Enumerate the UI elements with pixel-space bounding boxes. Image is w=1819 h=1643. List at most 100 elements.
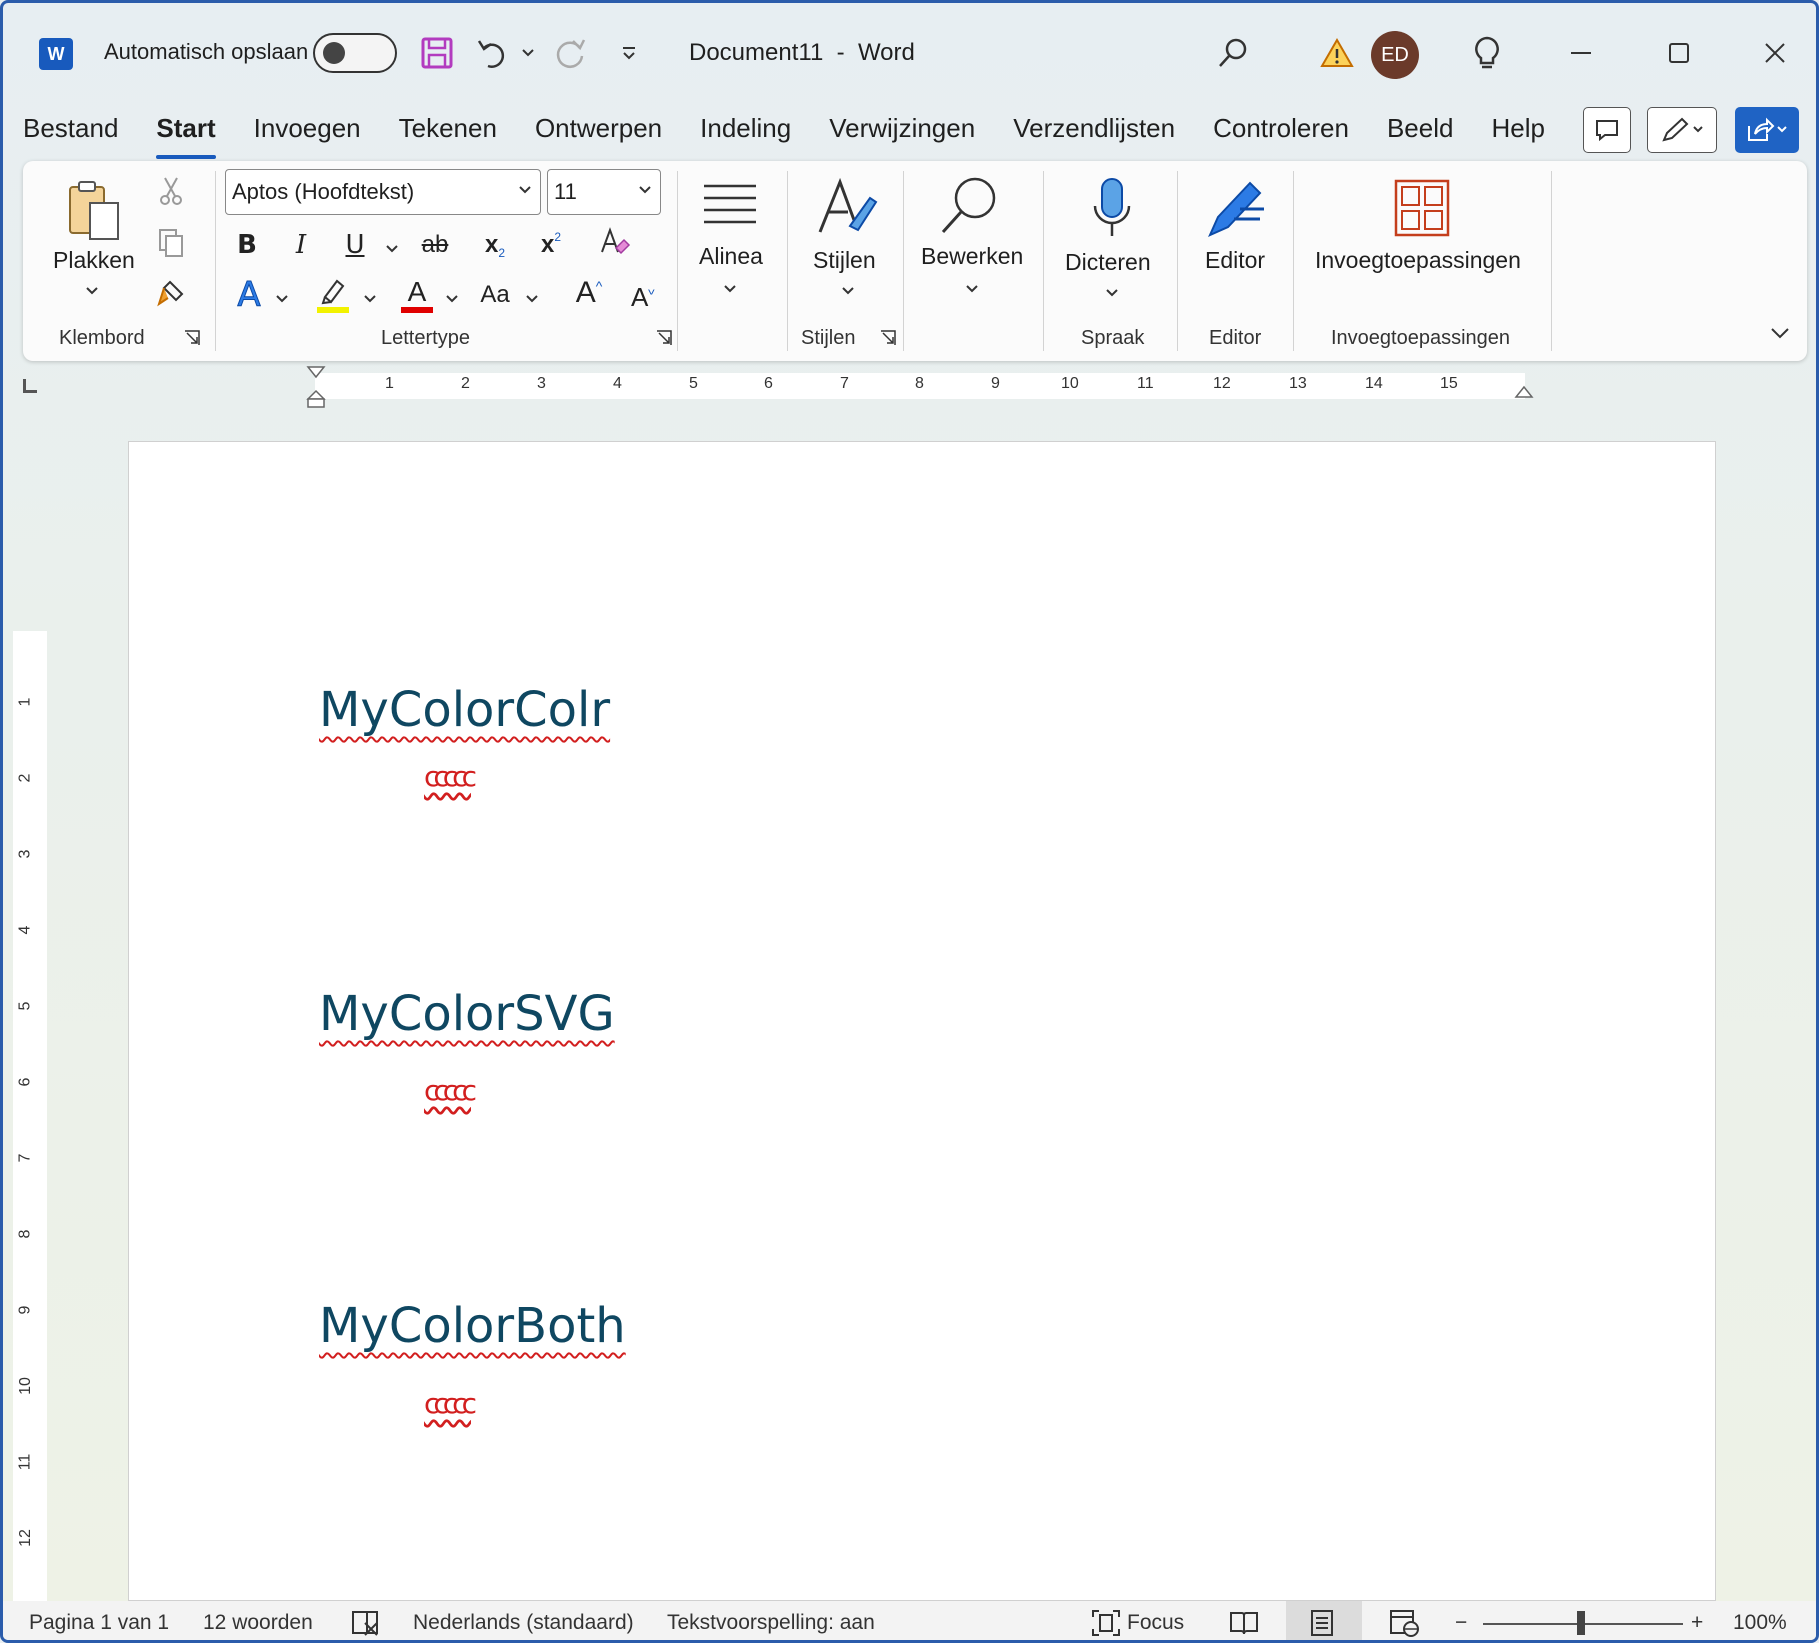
indent-marker-icon[interactable]: [306, 365, 326, 409]
tab-selector-icon[interactable]: [23, 379, 37, 393]
dictate-label[interactable]: Dicteren: [1065, 249, 1151, 276]
tab-verwijzingen[interactable]: Verwijzingen: [829, 113, 975, 153]
text-predictions-status[interactable]: Tekstvoorspelling: aan: [667, 1611, 875, 1635]
document-glyph-text[interactable]: ccccc: [424, 760, 477, 793]
shrink-font-button[interactable]: A ^: [623, 277, 663, 317]
styles-icon[interactable]: [813, 175, 879, 241]
grow-font-button[interactable]: A ^: [569, 273, 609, 313]
word-count[interactable]: 12 woorden: [203, 1611, 313, 1635]
search-icon[interactable]: [1213, 33, 1253, 73]
save-icon[interactable]: [417, 33, 457, 73]
tab-controleren[interactable]: Controleren: [1213, 113, 1349, 153]
collapse-ribbon-icon[interactable]: [1765, 321, 1795, 345]
italic-button[interactable]: I: [283, 227, 319, 263]
paragraph-label[interactable]: Alinea: [699, 243, 763, 270]
font-size-select[interactable]: 11: [547, 169, 661, 215]
clear-formatting-icon[interactable]: [595, 223, 635, 263]
zoom-out-button[interactable]: −: [1455, 1611, 1467, 1635]
strikethrough-button[interactable]: ab: [415, 227, 455, 263]
close-icon[interactable]: [1755, 33, 1795, 73]
document-glyph-text[interactable]: ccccc: [424, 1074, 477, 1107]
redo-icon[interactable]: [551, 33, 591, 73]
bold-button[interactable]: B: [229, 227, 265, 263]
dialog-launcher-icon[interactable]: [879, 329, 897, 347]
find-icon[interactable]: [937, 173, 1001, 239]
avatar[interactable]: ED: [1371, 31, 1419, 79]
ruler-number: 13: [1289, 375, 1307, 392]
minimize-icon[interactable]: [1561, 33, 1601, 73]
web-layout-icon[interactable]: [1389, 1609, 1419, 1640]
font-color-dropdown-icon[interactable]: [445, 291, 459, 307]
cut-icon[interactable]: [153, 173, 189, 209]
maximize-icon[interactable]: [1659, 33, 1699, 73]
underline-dropdown-icon[interactable]: [385, 241, 399, 257]
zoom-slider-thumb[interactable]: [1577, 1611, 1585, 1635]
paragraph-dropdown-icon[interactable]: [723, 281, 737, 297]
document-page[interactable]: MyColorColr ccccc MyColorSVG ccccc MyCol…: [128, 441, 1716, 1601]
tab-bestand[interactable]: Bestand: [23, 113, 118, 153]
dialog-launcher-icon[interactable]: [183, 329, 201, 347]
tab-ontwerpen[interactable]: Ontwerpen: [535, 113, 662, 153]
document-heading[interactable]: MyColorColr: [319, 682, 610, 738]
tab-invoegen[interactable]: Invoegen: [254, 113, 361, 153]
styles-label[interactable]: Stijlen: [813, 247, 876, 274]
vertical-ruler[interactable]: 1 2 3 4 5 6 7 8 9 10 11 12: [13, 443, 47, 1611]
document-heading[interactable]: MyColorSVG: [319, 986, 615, 1042]
tab-help[interactable]: Help: [1491, 113, 1544, 153]
tab-verzendlijsten[interactable]: Verzendlijsten: [1013, 113, 1175, 153]
text-effects-button[interactable]: A: [229, 275, 269, 316]
highlight-icon[interactable]: [313, 273, 353, 317]
right-indent-marker-icon[interactable]: [1514, 385, 1534, 401]
customize-qat-icon[interactable]: [609, 33, 649, 73]
document-heading[interactable]: MyColorBoth: [319, 1298, 626, 1354]
focus-icon[interactable]: [1091, 1609, 1121, 1640]
paste-label[interactable]: Plakken: [53, 247, 135, 274]
editor-label[interactable]: Editor: [1205, 247, 1265, 274]
font-name-select[interactable]: Aptos (Hoofdtekst): [225, 169, 541, 215]
tab-tekenen[interactable]: Tekenen: [399, 113, 497, 153]
text-effects-dropdown-icon[interactable]: [275, 291, 289, 307]
undo-dropdown-icon[interactable]: [511, 33, 545, 73]
superscript-button[interactable]: x2: [531, 227, 571, 263]
copy-icon[interactable]: [153, 225, 189, 261]
proofing-icon[interactable]: [349, 1609, 381, 1640]
editing-mode-button[interactable]: [1647, 107, 1717, 153]
font-color-button[interactable]: A: [397, 271, 437, 319]
read-mode-icon[interactable]: [1229, 1609, 1259, 1640]
share-button[interactable]: [1735, 107, 1799, 153]
page-count[interactable]: Pagina 1 van 1: [29, 1611, 169, 1635]
editing-label[interactable]: Bewerken: [921, 243, 1023, 270]
horizontal-ruler[interactable]: 1 2 3 4 5 6 7 8 9 10 11 12 13 14 15: [123, 366, 1723, 408]
comments-button[interactable]: [1583, 107, 1631, 153]
document-glyph-text[interactable]: ccccc: [424, 1387, 477, 1420]
subscript-button[interactable]: x2: [475, 227, 515, 263]
highlight-dropdown-icon[interactable]: [363, 291, 377, 307]
change-case-dropdown-icon[interactable]: [525, 291, 539, 307]
editing-dropdown-icon[interactable]: [965, 281, 979, 297]
microphone-icon[interactable]: [1087, 175, 1137, 243]
paste-dropdown-icon[interactable]: [85, 283, 99, 299]
dialog-launcher-icon[interactable]: [655, 329, 673, 347]
format-painter-icon[interactable]: [153, 275, 189, 311]
paragraph-icon[interactable]: [699, 177, 761, 233]
lightbulb-icon[interactable]: [1467, 33, 1507, 73]
paste-icon[interactable]: [65, 179, 125, 243]
language-status[interactable]: Nederlands (standaard): [413, 1611, 634, 1635]
underline-button[interactable]: U: [337, 227, 373, 263]
tab-start[interactable]: Start: [156, 113, 216, 159]
zoom-in-button[interactable]: +: [1691, 1611, 1703, 1635]
addins-grid-icon[interactable]: [1391, 175, 1453, 241]
addins-label[interactable]: Invoegtoepassingen: [1315, 247, 1521, 274]
warning-icon[interactable]: [1317, 33, 1357, 73]
undo-icon[interactable]: [473, 33, 513, 73]
tab-indeling[interactable]: Indeling: [700, 113, 791, 153]
tab-beeld[interactable]: Beeld: [1387, 113, 1454, 153]
dictate-dropdown-icon[interactable]: [1105, 285, 1119, 301]
change-case-button[interactable]: Aa: [473, 275, 517, 315]
autosave-toggle[interactable]: [313, 33, 397, 73]
editor-pen-icon[interactable]: [1203, 173, 1269, 243]
styles-dropdown-icon[interactable]: [841, 283, 855, 299]
zoom-level[interactable]: 100%: [1733, 1611, 1787, 1635]
print-layout-icon[interactable]: [1309, 1609, 1335, 1640]
focus-button[interactable]: Focus: [1127, 1611, 1184, 1635]
